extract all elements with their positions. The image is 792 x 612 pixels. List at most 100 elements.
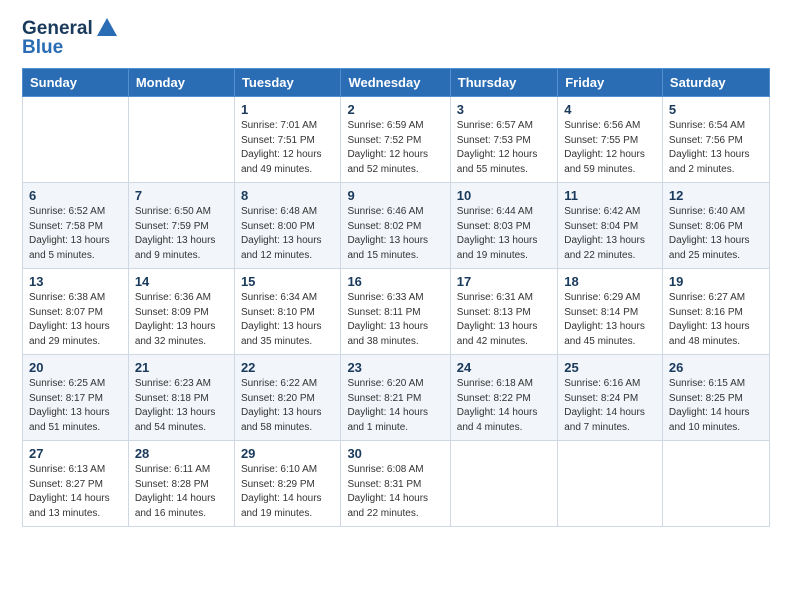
calendar-cell: 9 Sunrise: 6:46 AM Sunset: 8:02 PM Daylig… xyxy=(341,183,450,269)
calendar-weekday-monday: Monday xyxy=(128,69,234,97)
calendar-cell: 26Sunrise: 6:15 AM Sunset: 8:25 PM Dayli… xyxy=(662,355,769,441)
calendar-week-row: 1 Sunrise: 7:01 AM Sunset: 7:51 PM Daylig… xyxy=(23,97,770,183)
calendar-cell: 20 Sunrise: 6:25 AM Sunset: 8:17 PM Dayli… xyxy=(23,355,129,441)
calendar-week-row: 20 Sunrise: 6:25 AM Sunset: 8:17 PM Dayli… xyxy=(23,355,770,441)
calendar-cell: 25 Sunrise: 6:16 AM Sunset: 8:24 PM Dayli… xyxy=(558,355,663,441)
calendar-cell: 10Sunrise: 6:44 AM Sunset: 8:03 PM Dayli… xyxy=(450,183,557,269)
calendar-cell xyxy=(662,441,769,527)
day-info: Sunrise: 6:52 AM Sunset: 7:58 PM Dayligh… xyxy=(29,205,122,263)
logo-icon xyxy=(96,16,118,38)
day-number: 5 xyxy=(669,102,763,117)
day-info: Sunrise: 6:25 AM Sunset: 8:17 PM Dayligh… xyxy=(29,377,122,435)
day-info: Sunrise: 6:46 AM Sunset: 8:02 PM Dayligh… xyxy=(347,205,443,263)
day-info: Sunrise: 6:16 AM Sunset: 8:24 PM Dayligh… xyxy=(564,377,656,435)
day-number: 18 xyxy=(564,274,656,289)
calendar-weekday-sunday: Sunday xyxy=(23,69,129,97)
calendar-cell: 18 Sunrise: 6:29 AM Sunset: 8:14 PM Dayli… xyxy=(558,269,663,355)
day-number: 6 xyxy=(29,188,122,203)
day-info: Sunrise: 6:29 AM Sunset: 8:14 PM Dayligh… xyxy=(564,291,656,349)
day-info: Sunrise: 6:44 AM Sunset: 8:03 PM Dayligh… xyxy=(457,205,551,263)
day-info: Sunrise: 6:18 AM Sunset: 8:22 PM Dayligh… xyxy=(457,377,551,435)
calendar-cell: 1 Sunrise: 7:01 AM Sunset: 7:51 PM Daylig… xyxy=(234,97,341,183)
day-info: Sunrise: 6:34 AM Sunset: 8:10 PM Dayligh… xyxy=(241,291,335,349)
day-number: 12 xyxy=(669,188,763,203)
calendar-week-row: 27 Sunrise: 6:13 AM Sunset: 8:27 PM Dayli… xyxy=(23,441,770,527)
day-info: Sunrise: 6:33 AM Sunset: 8:11 PM Dayligh… xyxy=(347,291,443,349)
calendar-cell: 6 Sunrise: 6:52 AM Sunset: 7:58 PM Daylig… xyxy=(23,183,129,269)
day-number: 14 xyxy=(135,274,228,289)
day-info: Sunrise: 6:23 AM Sunset: 8:18 PM Dayligh… xyxy=(135,377,228,435)
calendar-weekday-saturday: Saturday xyxy=(662,69,769,97)
day-number: 30 xyxy=(347,446,443,461)
calendar-cell: 7Sunrise: 6:50 AM Sunset: 7:59 PM Daylig… xyxy=(128,183,234,269)
calendar-cell: 5Sunrise: 6:54 AM Sunset: 7:56 PM Daylig… xyxy=(662,97,769,183)
day-number: 9 xyxy=(347,188,443,203)
day-info: Sunrise: 6:59 AM Sunset: 7:52 PM Dayligh… xyxy=(347,119,443,177)
calendar-week-row: 13Sunrise: 6:38 AM Sunset: 8:07 PM Dayli… xyxy=(23,269,770,355)
calendar-cell: 16 Sunrise: 6:33 AM Sunset: 8:11 PM Dayli… xyxy=(341,269,450,355)
calendar-cell: 27 Sunrise: 6:13 AM Sunset: 8:27 PM Dayli… xyxy=(23,441,129,527)
calendar-cell xyxy=(450,441,557,527)
calendar-cell xyxy=(558,441,663,527)
day-number: 22 xyxy=(241,360,335,375)
day-number: 20 xyxy=(29,360,122,375)
day-info: Sunrise: 6:13 AM Sunset: 8:27 PM Dayligh… xyxy=(29,463,122,521)
calendar-cell: 28Sunrise: 6:11 AM Sunset: 8:28 PM Dayli… xyxy=(128,441,234,527)
day-number: 8 xyxy=(241,188,335,203)
day-number: 11 xyxy=(564,188,656,203)
calendar-cell: 12 Sunrise: 6:40 AM Sunset: 8:06 PM Dayli… xyxy=(662,183,769,269)
day-info: Sunrise: 6:08 AM Sunset: 8:31 PM Dayligh… xyxy=(347,463,443,521)
day-number: 2 xyxy=(347,102,443,117)
day-info: Sunrise: 6:10 AM Sunset: 8:29 PM Dayligh… xyxy=(241,463,335,521)
day-number: 23 xyxy=(347,360,443,375)
calendar-weekday-wednesday: Wednesday xyxy=(341,69,450,97)
day-number: 28 xyxy=(135,446,228,461)
day-info: Sunrise: 6:56 AM Sunset: 7:55 PM Dayligh… xyxy=(564,119,656,177)
day-info: Sunrise: 6:40 AM Sunset: 8:06 PM Dayligh… xyxy=(669,205,763,263)
calendar-cell: 11 Sunrise: 6:42 AM Sunset: 8:04 PM Dayli… xyxy=(558,183,663,269)
day-info: Sunrise: 6:31 AM Sunset: 8:13 PM Dayligh… xyxy=(457,291,551,349)
calendar-cell: 30 Sunrise: 6:08 AM Sunset: 8:31 PM Dayli… xyxy=(341,441,450,527)
day-number: 19 xyxy=(669,274,763,289)
day-number: 16 xyxy=(347,274,443,289)
day-info: Sunrise: 6:22 AM Sunset: 8:20 PM Dayligh… xyxy=(241,377,335,435)
day-number: 26 xyxy=(669,360,763,375)
calendar-cell xyxy=(128,97,234,183)
day-number: 27 xyxy=(29,446,122,461)
day-number: 15 xyxy=(241,274,335,289)
day-number: 25 xyxy=(564,360,656,375)
calendar-cell: 8 Sunrise: 6:48 AM Sunset: 8:00 PM Daylig… xyxy=(234,183,341,269)
day-number: 4 xyxy=(564,102,656,117)
calendar-table: SundayMondayTuesdayWednesdayThursdayFrid… xyxy=(22,68,770,527)
calendar-cell: 17 Sunrise: 6:31 AM Sunset: 8:13 PM Dayli… xyxy=(450,269,557,355)
calendar-cell: 23Sunrise: 6:20 AM Sunset: 8:21 PM Dayli… xyxy=(341,355,450,441)
day-number: 17 xyxy=(457,274,551,289)
calendar-cell xyxy=(23,97,129,183)
day-number: 3 xyxy=(457,102,551,117)
day-info: Sunrise: 7:01 AM Sunset: 7:51 PM Dayligh… xyxy=(241,119,335,177)
day-number: 1 xyxy=(241,102,335,117)
calendar-cell: 14 Sunrise: 6:36 AM Sunset: 8:09 PM Dayli… xyxy=(128,269,234,355)
day-number: 13 xyxy=(29,274,122,289)
calendar-weekday-tuesday: Tuesday xyxy=(234,69,341,97)
logo-general: General xyxy=(22,19,93,38)
day-info: Sunrise: 6:48 AM Sunset: 8:00 PM Dayligh… xyxy=(241,205,335,263)
day-info: Sunrise: 6:42 AM Sunset: 8:04 PM Dayligh… xyxy=(564,205,656,263)
calendar-cell: 24 Sunrise: 6:18 AM Sunset: 8:22 PM Dayli… xyxy=(450,355,557,441)
calendar-cell: 19 Sunrise: 6:27 AM Sunset: 8:16 PM Dayli… xyxy=(662,269,769,355)
header: General Blue xyxy=(22,18,770,58)
page: General Blue SundayMondayTuesdayWednesda… xyxy=(0,0,792,612)
calendar-weekday-thursday: Thursday xyxy=(450,69,557,97)
day-info: Sunrise: 6:27 AM Sunset: 8:16 PM Dayligh… xyxy=(669,291,763,349)
logo-blue: Blue xyxy=(22,37,63,58)
day-info: Sunrise: 6:36 AM Sunset: 8:09 PM Dayligh… xyxy=(135,291,228,349)
calendar-cell: 13Sunrise: 6:38 AM Sunset: 8:07 PM Dayli… xyxy=(23,269,129,355)
calendar-cell: 29Sunrise: 6:10 AM Sunset: 8:29 PM Dayli… xyxy=(234,441,341,527)
calendar-weekday-friday: Friday xyxy=(558,69,663,97)
calendar-week-row: 6 Sunrise: 6:52 AM Sunset: 7:58 PM Daylig… xyxy=(23,183,770,269)
logo: General Blue xyxy=(22,18,118,58)
calendar-cell: 3Sunrise: 6:57 AM Sunset: 7:53 PM Daylig… xyxy=(450,97,557,183)
day-number: 7 xyxy=(135,188,228,203)
day-number: 24 xyxy=(457,360,551,375)
calendar-cell: 2 Sunrise: 6:59 AM Sunset: 7:52 PM Daylig… xyxy=(341,97,450,183)
